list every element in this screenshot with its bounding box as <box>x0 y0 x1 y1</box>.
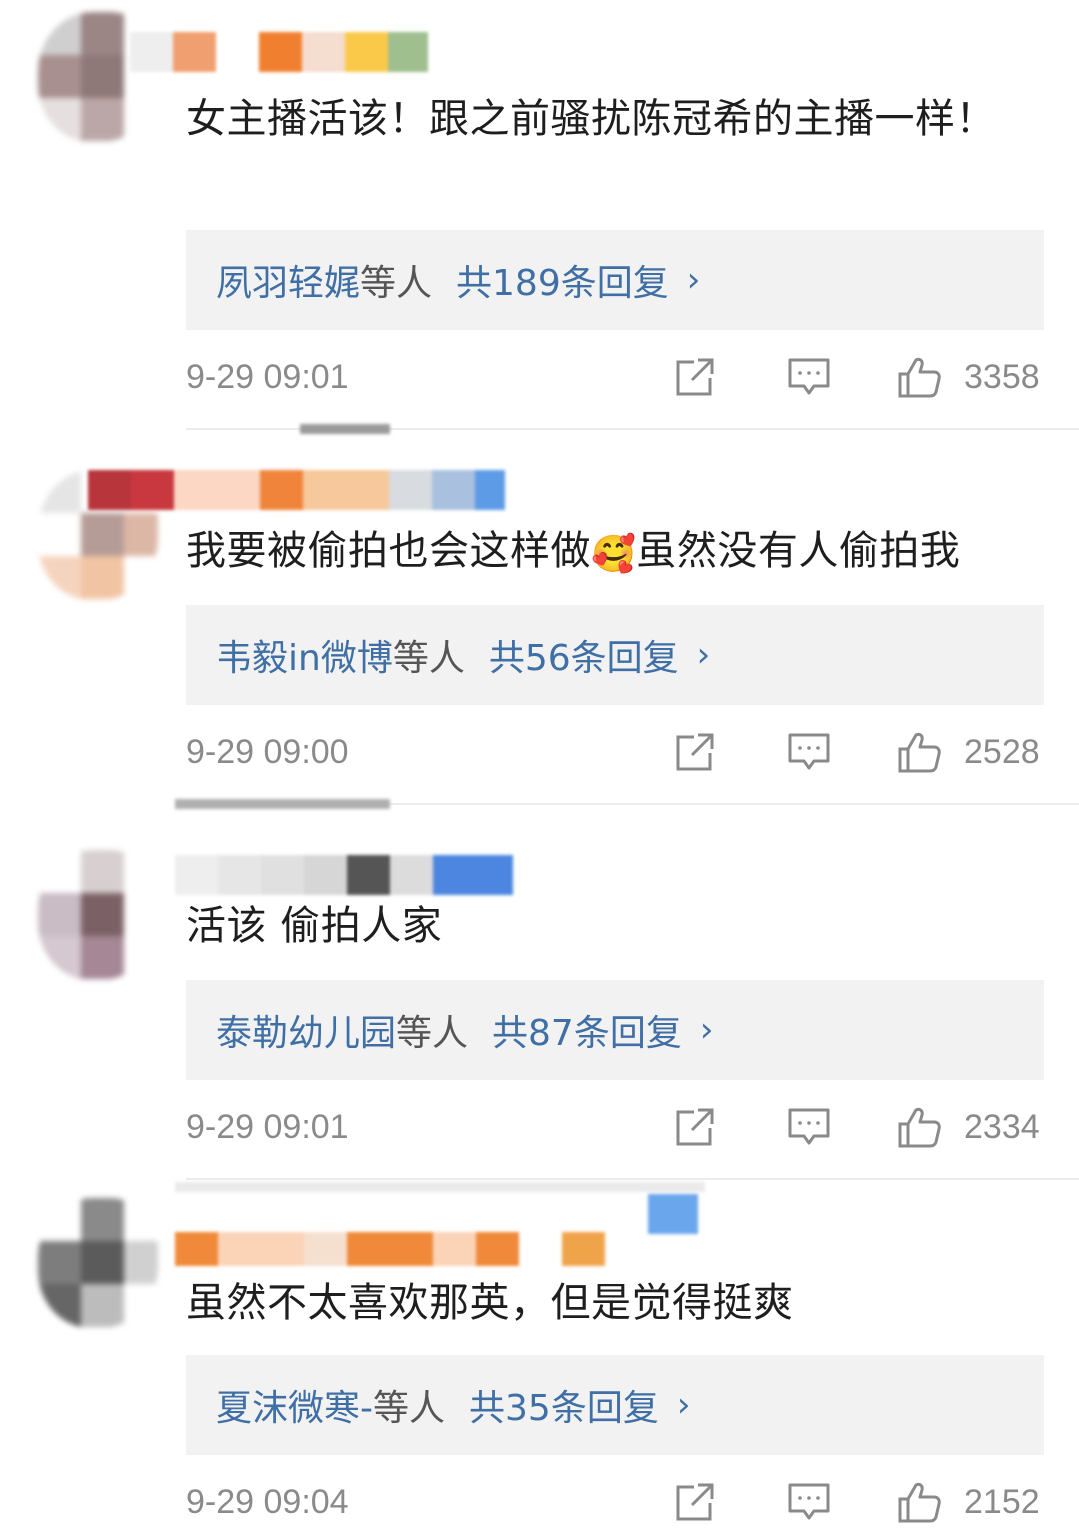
like-count: 2334 <box>964 1108 1040 1146</box>
like-count: 2528 <box>964 733 1040 771</box>
reply-names: 泰勒幼儿园 <box>216 1013 397 1054</box>
reply-count: 共35条回复 <box>469 1388 659 1429</box>
share-icon[interactable] <box>672 1104 718 1150</box>
thumbs-up-icon[interactable] <box>896 354 942 400</box>
user-name[interactable] <box>175 1232 605 1266</box>
reply-suffix: 等人 <box>392 638 465 679</box>
comment-icon[interactable] <box>786 1104 832 1150</box>
timestamp: 9-29 09:01 <box>186 1108 349 1146</box>
comment-item: 活该 偷拍人家 泰勒幼儿园 等人 共87条回复 › 9-29 09:01 233… <box>0 799 1079 1180</box>
comment-actions: 9-29 09:00 2528 <box>186 727 1044 787</box>
user-name[interactable] <box>175 855 513 895</box>
blur-smudge <box>175 1182 705 1192</box>
avatar[interactable] <box>38 1198 158 1328</box>
comment-icon[interactable] <box>786 354 832 400</box>
chevron-right-icon: › <box>686 260 701 300</box>
user-name[interactable] <box>130 32 428 72</box>
comment-actions: 9-29 09:01 3358 <box>186 352 1044 412</box>
thumbs-up-icon[interactable] <box>896 1104 942 1150</box>
comment-text: 女主播活该！跟之前骚扰陈冠希的主播一样！ <box>186 96 996 142</box>
comment-text-before: 我要被偷拍也会这样做 <box>186 528 591 574</box>
reply-count: 共87条回复 <box>492 1013 682 1054</box>
reply-names: 韦毅in微博 <box>216 638 393 679</box>
chevron-right-icon: › <box>699 1010 714 1050</box>
blur-smudge <box>175 799 390 809</box>
timestamp: 9-29 09:01 <box>186 358 349 396</box>
reply-suffix: 等人 <box>360 263 433 304</box>
thumbs-up-icon[interactable] <box>896 1479 942 1525</box>
blur-smudge <box>648 1194 698 1234</box>
share-icon[interactable] <box>672 1479 718 1525</box>
comment-icon[interactable] <box>786 729 832 775</box>
comment-item: 女主播活该！跟之前骚扰陈冠希的主播一样！ 夙羽轻娓 等人 共189条回复 › 9… <box>0 0 1079 430</box>
reply-summary[interactable]: 夙羽轻娓 等人 共189条回复 › <box>186 230 1044 330</box>
comment-text: 我要被偷拍也会这样做🥰虽然没有人偷拍我 <box>186 522 1046 584</box>
chevron-right-icon: › <box>676 1385 691 1425</box>
timestamp: 9-29 09:00 <box>186 733 349 771</box>
reply-suffix: 等人 <box>396 1013 469 1054</box>
smiling-hearts-emoji-icon: 🥰 <box>591 534 637 575</box>
reply-suffix: 等人 <box>373 1388 446 1429</box>
user-name[interactable] <box>88 470 505 510</box>
comment-text-after: 虽然没有人偷拍我 <box>636 528 961 574</box>
reply-summary[interactable]: 泰勒幼儿园 等人 共87条回复 › <box>186 980 1044 1080</box>
comment-actions: 9-29 09:04 2152 <box>186 1477 1044 1537</box>
reply-names: 夙羽轻娓 <box>216 263 361 304</box>
share-icon[interactable] <box>672 354 718 400</box>
comment-text: 虽然不太喜欢那英，但是觉得挺爽 <box>186 1280 794 1326</box>
like-count: 3358 <box>964 358 1040 396</box>
comment-text: 活该 偷拍人家 <box>186 903 443 949</box>
like-count: 2152 <box>964 1483 1040 1521</box>
reply-summary[interactable]: 夏沫微寒- 等人 共35条回复 › <box>186 1355 1044 1455</box>
blur-smudge <box>300 424 390 434</box>
share-icon[interactable] <box>672 729 718 775</box>
reply-count: 共56条回复 <box>488 638 679 679</box>
thumbs-up-icon[interactable] <box>896 729 942 775</box>
avatar[interactable] <box>38 850 158 980</box>
chevron-right-icon: › <box>696 635 711 675</box>
reply-count: 共189条回复 <box>456 263 669 304</box>
comment-item: 虽然不太喜欢那英，但是觉得挺爽 夏沫微寒- 等人 共35条回复 › 9-29 0… <box>0 1180 1079 1538</box>
reply-names: 夏沫微寒- <box>216 1388 373 1429</box>
comment-icon[interactable] <box>786 1479 832 1525</box>
timestamp: 9-29 09:04 <box>186 1483 349 1521</box>
reply-summary[interactable]: 韦毅in微博 等人 共56条回复 › <box>186 605 1044 705</box>
comment-actions: 9-29 09:01 2334 <box>186 1102 1044 1162</box>
comment-item: 我要被偷拍也会这样做🥰虽然没有人偷拍我 韦毅in微博 等人 共56条回复 › 9… <box>0 424 1079 805</box>
